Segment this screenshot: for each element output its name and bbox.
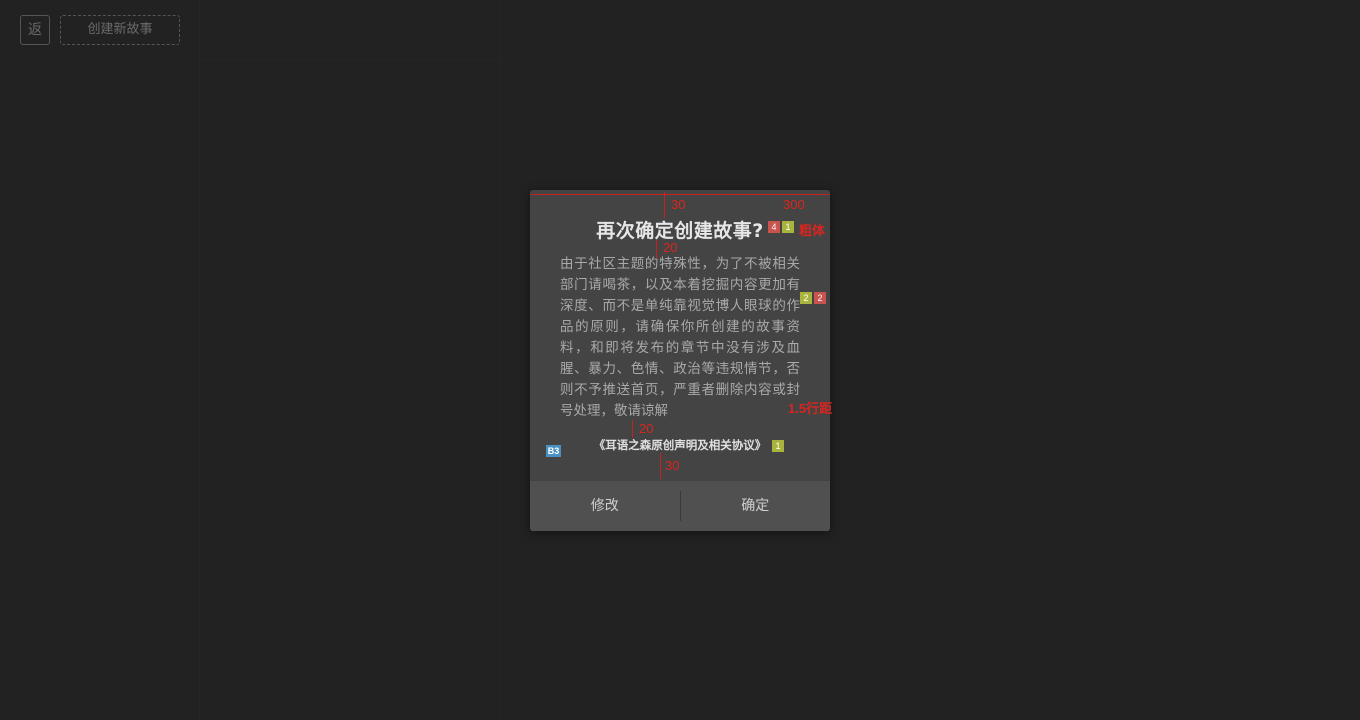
body-size-badge: 2 [814,292,826,304]
back-button[interactable]: 返 [20,15,50,45]
link-color-badge: 1 [772,440,784,452]
link-gap-label: 20 [639,421,654,436]
link-gap-guide [632,420,633,438]
dialog-footer: 修改 确定 [530,481,830,531]
title-gap-guide [656,240,657,258]
modify-button[interactable]: 修改 [530,481,680,531]
line-height-note: 1.5行距 [788,401,833,416]
bottom-padding-label: 30 [665,458,680,473]
agreement-link[interactable]: 《耳语之森原创声明及相关协议》 [530,437,830,453]
title-gap-label: 20 [663,240,678,255]
left-panel [0,0,200,720]
width-guide-line [530,194,830,195]
title-size-badge: 4 [768,221,780,233]
top-padding-guide [664,192,665,218]
link-style-badge: B3 [546,445,561,457]
top-padding-label: 30 [671,197,686,212]
bottom-padding-guide [660,453,661,479]
create-story-button[interactable]: 创建新故事 [60,15,180,45]
confirm-button[interactable]: 确定 [681,481,831,531]
header-divider [200,60,500,61]
bold-note: 粗体 [799,223,826,238]
body-color-badge: 2 [800,292,812,304]
title-color-badge: 1 [782,221,794,233]
middle-panel [200,60,500,720]
width-label: 300 [783,197,805,212]
dialog-body-text: 由于社区主题的特殊性，为了不被相关部门请喝茶，以及本着挖掘内容更加有深度、而不是… [560,256,800,419]
middle-header [200,0,500,60]
confirm-create-dialog: 再次确定创建故事? 由于社区主题的特殊性，为了不被相关部门请喝茶，以及本着挖掘内… [530,190,830,531]
